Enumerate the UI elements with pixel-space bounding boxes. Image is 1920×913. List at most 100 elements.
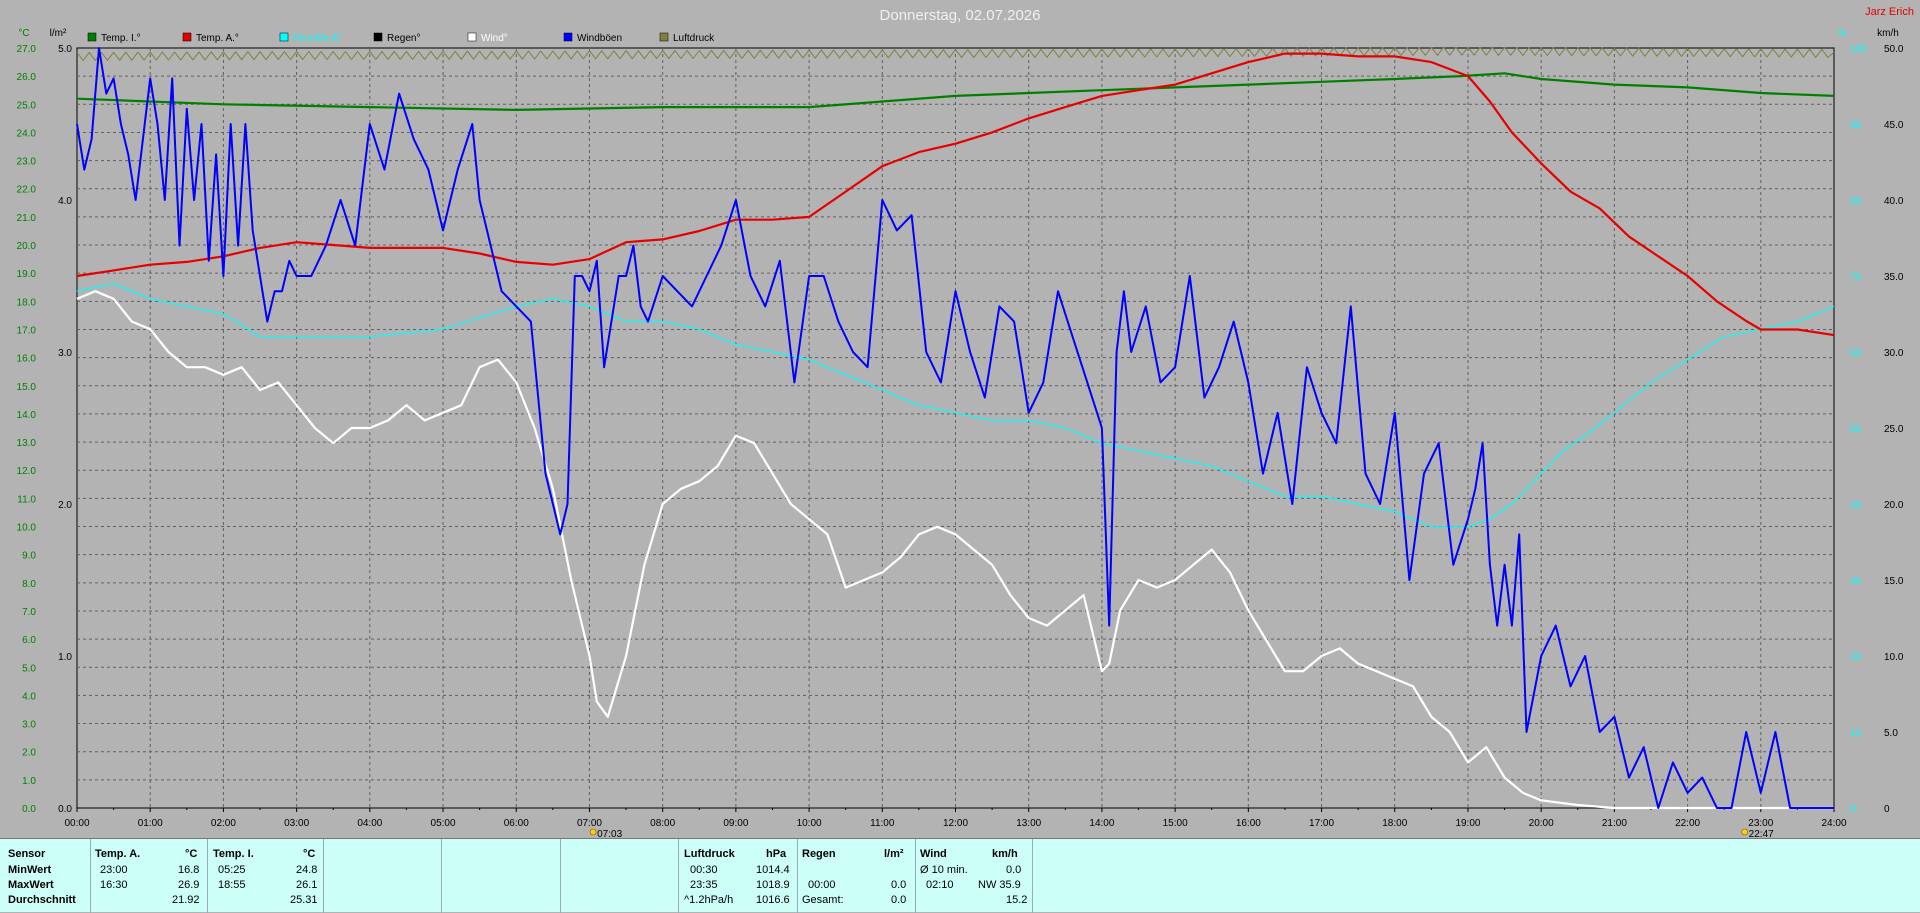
- temp-tick-label: 19.0: [17, 269, 37, 280]
- temp-tick-label: 16.0: [17, 354, 37, 365]
- temp-tick-label: 18.0: [17, 297, 37, 308]
- pct-tick-label: 80: [1850, 196, 1862, 207]
- x-tick-label: 07:00: [577, 818, 602, 829]
- x-tick-label: 15:00: [1163, 818, 1188, 829]
- temp-a-min-time: 23:00: [100, 864, 128, 876]
- wind-tick-label: 30.0: [1884, 348, 1904, 359]
- legend-swatch: [467, 32, 477, 42]
- temp-tick-label: 14.0: [17, 410, 37, 421]
- pct-tick-label: 90: [1850, 120, 1862, 131]
- weather-chart: Donnerstag, 02.07.2026 Jarz Erich °C l/m…: [0, 0, 1920, 838]
- wind-unit: km/h: [992, 848, 1018, 860]
- legend-swatch: [279, 32, 289, 42]
- temp-tick-label: 13.0: [17, 438, 37, 449]
- rain-tick-label: 5.0: [58, 44, 72, 55]
- wind-min: 0.0: [1006, 864, 1022, 876]
- legend-label: Wind°: [481, 33, 508, 44]
- temp-i-max-time: 18:55: [218, 879, 246, 891]
- x-tick-label: 24:00: [1821, 818, 1846, 829]
- wind-max-time: 02:10: [926, 879, 954, 891]
- rain-header: Regen: [802, 848, 836, 860]
- sun-marker-time: 07:03: [597, 829, 622, 838]
- x-tick-label: 01:00: [138, 818, 163, 829]
- pct-tick-label: 100: [1850, 44, 1867, 55]
- temp-tick-label: 0.0: [22, 804, 36, 815]
- statistics-footer: Sensor MinWert MaxWert Durchschnitt Temp…: [0, 838, 1920, 913]
- legend-label: Luftdruck: [673, 33, 715, 44]
- temp-tick-label: 26.0: [17, 72, 37, 83]
- temp-tick-label: 10.0: [17, 523, 37, 534]
- x-tick-label: 14:00: [1089, 818, 1114, 829]
- sun-icon: [1741, 828, 1748, 836]
- rain-max: 0.0: [891, 879, 907, 891]
- legend-swatch: [373, 32, 383, 42]
- temp-unit-label: °C: [18, 28, 29, 39]
- temp-tick-label: 15.0: [17, 382, 37, 393]
- temp-tick-label: 17.0: [17, 325, 37, 336]
- durchschnitt-label: Durchschnitt: [8, 894, 76, 906]
- temp-tick-label: 25.0: [17, 100, 37, 111]
- pct-tick-label: 50: [1850, 424, 1862, 435]
- pressure-min-time: 00:30: [690, 864, 718, 876]
- credit-label: Jarz Erich: [1865, 6, 1914, 18]
- x-tick-label: 08:00: [650, 818, 675, 829]
- minwert-label: MinWert: [8, 864, 52, 876]
- wind-tick-label: 35.0: [1884, 272, 1904, 283]
- pressure-unit: hPa: [766, 848, 787, 860]
- temp-a-header: Temp. A.: [95, 848, 141, 860]
- temp-tick-label: 5.0: [22, 663, 36, 674]
- wind-tick-label: 15.0: [1884, 576, 1904, 587]
- wind-max: NW 35.9: [978, 879, 1021, 891]
- legend-label: Temp. A.°: [196, 33, 239, 44]
- maxwert-label: MaxWert: [8, 879, 54, 891]
- x-tick-label: 18:00: [1382, 818, 1407, 829]
- x-tick-label: 11:00: [870, 818, 895, 829]
- x-tick-label: 20:00: [1529, 818, 1554, 829]
- temp-i-header: Temp. I.: [213, 848, 254, 860]
- x-tick-label: 21:00: [1602, 818, 1627, 829]
- temp-a-max-time: 16:30: [100, 879, 128, 891]
- pct-tick-label: 10: [1850, 728, 1862, 739]
- legend-swatch: [87, 32, 97, 42]
- rain-tick-label: 2.0: [58, 500, 72, 511]
- temp-i-unit: °C: [303, 848, 316, 860]
- legend-label: Feuchte A°: [293, 33, 342, 44]
- temp-tick-label: 20.0: [17, 241, 37, 252]
- x-tick-label: 03:00: [284, 818, 309, 829]
- x-tick-label: 06:00: [504, 818, 529, 829]
- pct-tick-label: 40: [1850, 500, 1862, 511]
- x-tick-label: 05:00: [431, 818, 456, 829]
- wind-header: Wind: [920, 848, 947, 860]
- pressure-trend: ^1.2hPa/h: [684, 894, 734, 906]
- x-tick-label: 19:00: [1455, 818, 1480, 829]
- temp-tick-label: 24.0: [17, 128, 37, 139]
- pct-tick-label: 70: [1850, 272, 1862, 283]
- x-tick-label: 09:00: [723, 818, 748, 829]
- pct-tick-label: 0: [1850, 804, 1856, 815]
- wind-tick-label: 25.0: [1884, 424, 1904, 435]
- temp-a-min: 16.8: [178, 864, 200, 876]
- sun-icon: [589, 828, 597, 836]
- pressure-avg: 1016.6: [756, 894, 790, 906]
- pct-tick-label: 60: [1850, 348, 1862, 359]
- temp-tick-label: 7.0: [22, 607, 36, 618]
- pct-tick-label: 20: [1850, 652, 1862, 663]
- wind-tick-label: 50.0: [1884, 44, 1904, 55]
- temp-tick-label: 11.0: [17, 494, 36, 505]
- legend-label: Windböen: [577, 33, 622, 44]
- temp-i-avg: 25.31: [290, 894, 318, 906]
- pressure-max: 1018.9: [756, 879, 790, 891]
- legend-swatch: [563, 32, 573, 42]
- wind-tick-label: 10.0: [1884, 652, 1904, 663]
- temp-tick-label: 3.0: [22, 720, 36, 731]
- x-tick-label: 00:00: [64, 818, 89, 829]
- wind-tick-label: 5.0: [1884, 728, 1898, 739]
- rain-max-time: 00:00: [808, 879, 836, 891]
- x-tick-label: 04:00: [357, 818, 382, 829]
- wind-avg: 15.2: [1006, 894, 1028, 906]
- temp-tick-label: 21.0: [17, 213, 37, 224]
- wind-tick-label: 0: [1884, 804, 1890, 815]
- rain-unit: l/m²: [884, 848, 904, 860]
- temp-tick-label: 9.0: [22, 551, 36, 562]
- rain-total: 0.0: [891, 894, 907, 906]
